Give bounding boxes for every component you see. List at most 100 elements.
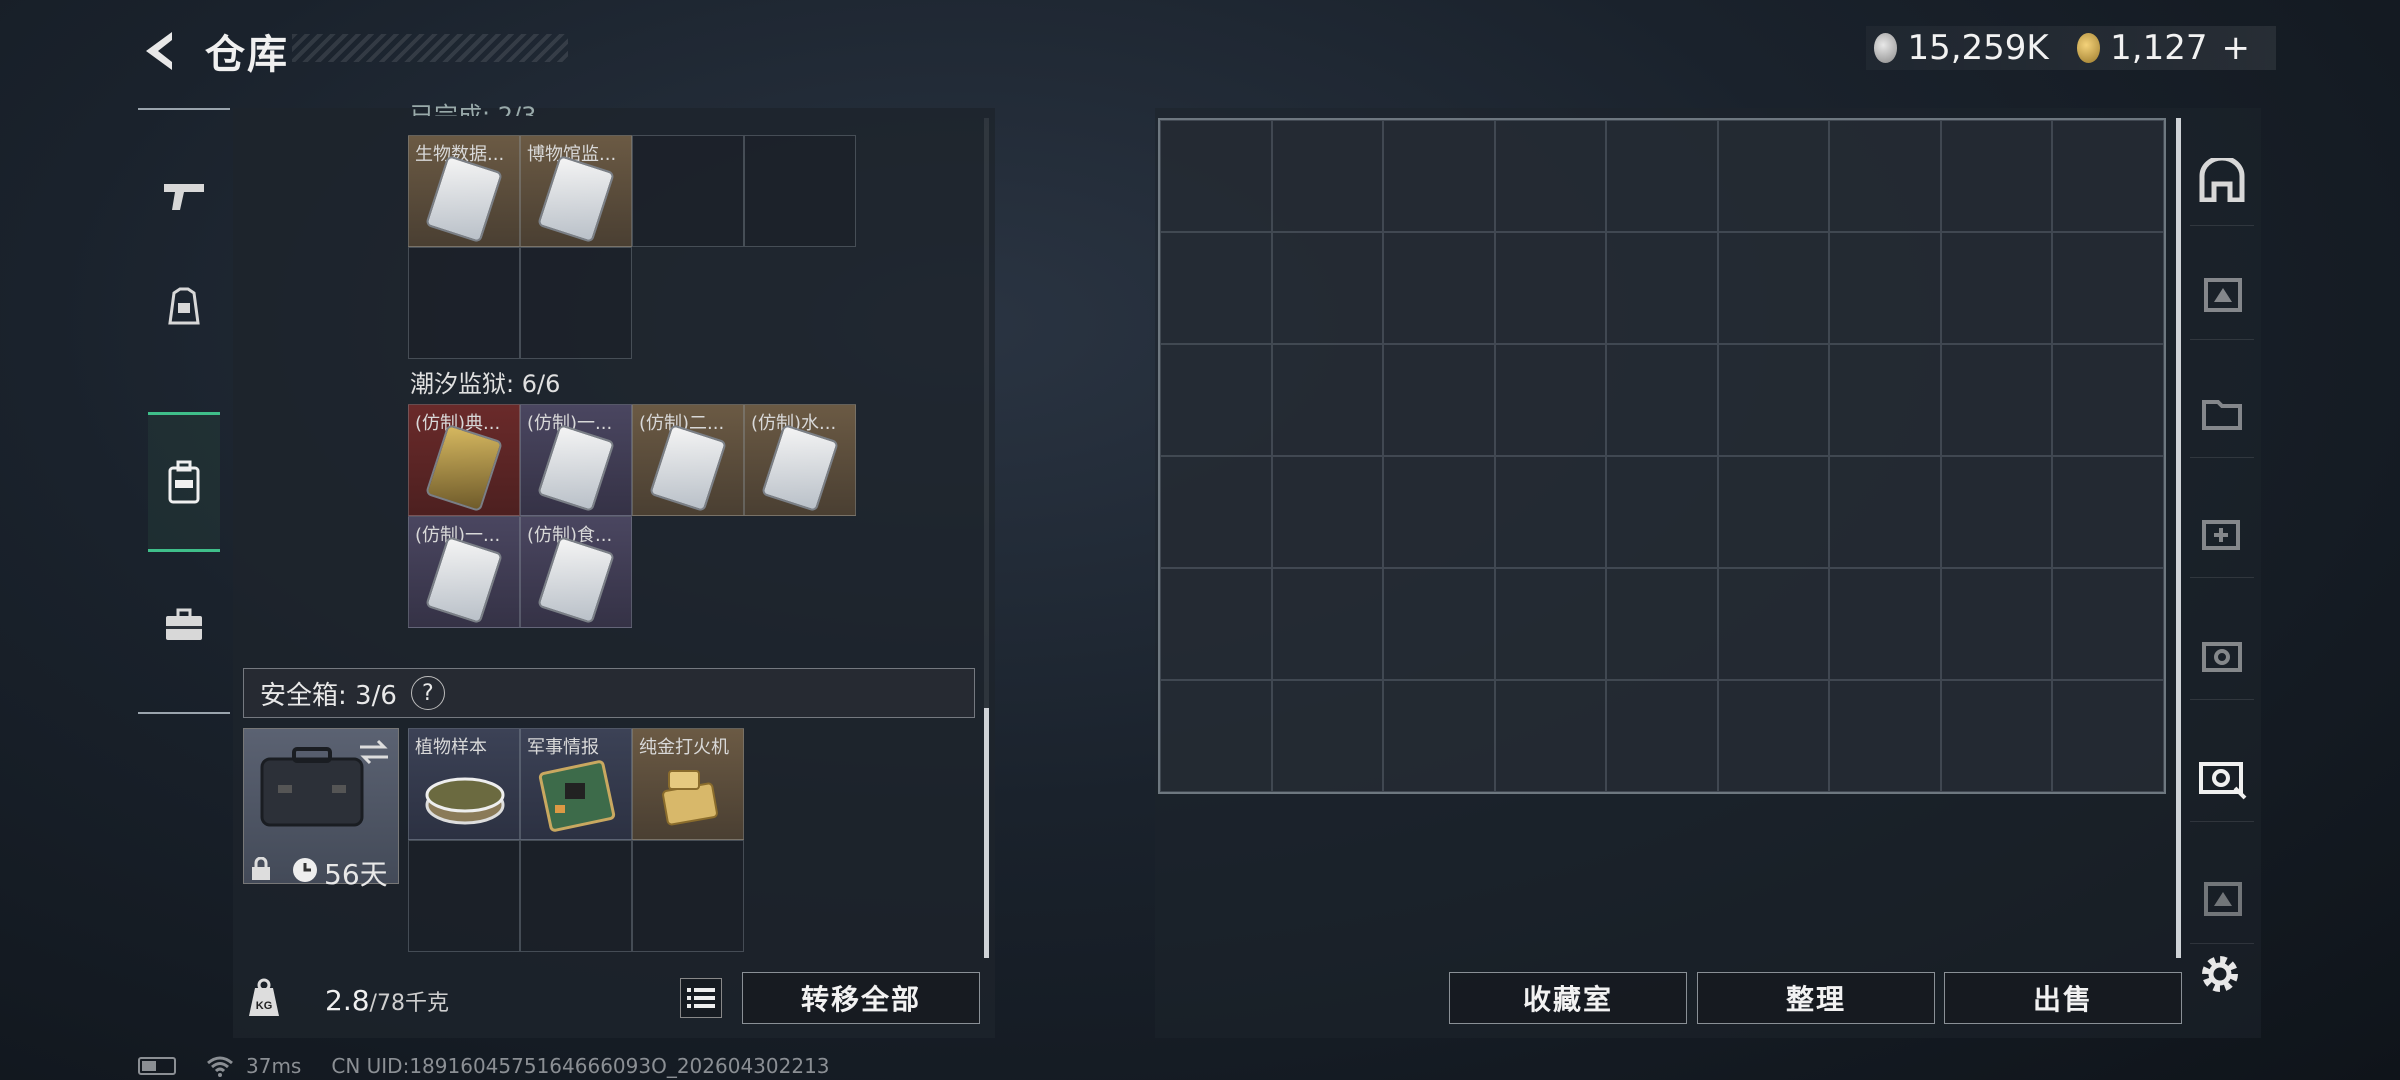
storage-slot[interactable] xyxy=(1606,680,1718,792)
safe-box-label: 安全箱: 3/6 xyxy=(260,680,397,711)
storage-slot[interactable] xyxy=(1829,232,1941,344)
storage-slot[interactable] xyxy=(1940,232,2053,344)
storage-slot[interactable] xyxy=(1829,568,1941,680)
inventory-scrollbar[interactable] xyxy=(984,118,989,958)
storage-slot[interactable] xyxy=(1383,680,1495,792)
storage-slot[interactable] xyxy=(1606,456,1718,568)
storage-slot[interactable] xyxy=(1717,344,1830,456)
storage-slot[interactable] xyxy=(2052,456,2164,568)
storage-slot[interactable] xyxy=(1717,568,1830,680)
storage-slot[interactable] xyxy=(2052,120,2164,232)
storage-slot[interactable] xyxy=(1160,120,1272,232)
storage-slot[interactable] xyxy=(1940,568,2053,680)
item-replica-5[interactable]: (仿制)一... xyxy=(408,516,520,628)
collection-room-button[interactable]: 收藏室 xyxy=(1449,972,1687,1024)
storage-slot[interactable] xyxy=(1160,680,1272,792)
storage-slot[interactable] xyxy=(1717,680,1830,792)
nav-tools[interactable] xyxy=(148,580,220,670)
tab-storage-main[interactable] xyxy=(2190,134,2254,226)
sell-button[interactable]: 出售 xyxy=(1944,972,2182,1024)
storage-slot[interactable] xyxy=(2052,232,2164,344)
nav-equipment[interactable] xyxy=(148,262,220,352)
item-replica-2[interactable]: (仿制)一... xyxy=(520,404,632,516)
storage-slot[interactable] xyxy=(1383,120,1495,232)
weight-icon: KG xyxy=(249,978,279,1016)
scrollbar-thumb[interactable] xyxy=(984,708,989,958)
storage-slot[interactable] xyxy=(1160,344,1272,456)
storage-slot[interactable] xyxy=(1606,120,1718,232)
gold-amount: 1,127 xyxy=(2110,28,2208,68)
item-replica-6[interactable]: (仿制)食... xyxy=(520,516,632,628)
storage-slot[interactable] xyxy=(1829,120,1941,232)
storage-slot[interactable] xyxy=(1494,232,1607,344)
storage-slot[interactable] xyxy=(2052,568,2164,680)
list-view-button[interactable] xyxy=(680,978,722,1018)
tab-storage-4[interactable] xyxy=(2190,486,2254,578)
data-card-icon xyxy=(424,535,504,625)
storage-slot[interactable] xyxy=(1829,456,1941,568)
storage-slot[interactable] xyxy=(1717,120,1830,232)
tab-storage-6-active[interactable] xyxy=(2190,730,2254,822)
storage-slot[interactable] xyxy=(1940,456,2053,568)
item-museum[interactable]: 博物馆监... xyxy=(520,135,632,247)
sort-button[interactable]: 整理 xyxy=(1697,972,1935,1024)
item-plant-sample[interactable]: 植物样本 xyxy=(408,728,520,840)
toolbox-icon xyxy=(166,608,202,640)
item-replica-1[interactable]: (仿制)典... xyxy=(408,404,520,516)
storage-slot[interactable] xyxy=(1383,344,1495,456)
nav-backpack[interactable] xyxy=(148,412,220,552)
storage-slot[interactable] xyxy=(1271,232,1384,344)
storage-slot[interactable] xyxy=(1271,120,1384,232)
storage-slot[interactable] xyxy=(1494,120,1607,232)
tab-storage-7[interactable] xyxy=(2190,852,2254,944)
swap-icon[interactable] xyxy=(358,739,390,765)
storage-slot[interactable] xyxy=(1717,456,1830,568)
storage-slot[interactable] xyxy=(1606,568,1718,680)
storage-slot[interactable] xyxy=(1383,456,1495,568)
storage-slot[interactable] xyxy=(1160,456,1272,568)
item-replica-3[interactable]: (仿制)二... xyxy=(632,404,744,516)
item-military-intel[interactable]: 军事情报 xyxy=(520,728,632,840)
settings-gear-icon[interactable] xyxy=(2198,952,2242,996)
storage-slot[interactable] xyxy=(1383,568,1495,680)
storage-slot[interactable] xyxy=(1717,232,1830,344)
tool-case-icon xyxy=(2202,641,2242,672)
storage-slot[interactable] xyxy=(1160,232,1272,344)
storage-slot[interactable] xyxy=(1494,456,1607,568)
storage-slot[interactable] xyxy=(1383,232,1495,344)
storage-slot[interactable] xyxy=(1271,568,1384,680)
item-replica-4[interactable]: (仿制)水... xyxy=(744,404,856,516)
storage-scrollbar[interactable] xyxy=(2176,118,2181,958)
storage-slot[interactable] xyxy=(1494,344,1607,456)
tab-storage-3[interactable] xyxy=(2190,366,2254,458)
data-card-icon xyxy=(536,535,616,625)
storage-slot[interactable] xyxy=(1160,568,1272,680)
storage-slot[interactable] xyxy=(1940,120,2053,232)
transfer-all-button[interactable]: 转移全部 xyxy=(742,972,980,1024)
help-button[interactable]: ? xyxy=(410,676,445,710)
tab-storage-5[interactable] xyxy=(2190,608,2254,700)
wifi-icon xyxy=(207,1056,233,1077)
storage-slot[interactable] xyxy=(1940,680,2053,792)
storage-grid[interactable] xyxy=(1158,118,2166,794)
gold-topup-button[interactable]: + xyxy=(2221,28,2250,68)
item-bio-data[interactable]: 生物数据... xyxy=(408,135,520,247)
storage-slot[interactable] xyxy=(1940,344,2053,456)
storage-slot[interactable] xyxy=(1606,344,1718,456)
storage-slot[interactable] xyxy=(1271,344,1384,456)
storage-slot[interactable] xyxy=(2052,680,2164,792)
weight-display: 2.8/78千克 xyxy=(325,984,449,1017)
storage-slot[interactable] xyxy=(1494,568,1607,680)
storage-slot[interactable] xyxy=(1829,680,1941,792)
storage-slot[interactable] xyxy=(1271,680,1384,792)
back-arrow-icon[interactable] xyxy=(138,28,184,74)
tab-storage-2[interactable] xyxy=(2190,248,2254,340)
nav-weapons[interactable] xyxy=(148,150,220,240)
storage-slot[interactable] xyxy=(1494,680,1607,792)
item-gold-lighter[interactable]: 纯金打火机 xyxy=(632,728,744,840)
safe-case-slot[interactable]: 56天 xyxy=(243,728,399,891)
storage-slot[interactable] xyxy=(1829,344,1941,456)
storage-slot[interactable] xyxy=(2052,344,2164,456)
storage-slot[interactable] xyxy=(1606,232,1718,344)
storage-slot[interactable] xyxy=(1271,456,1384,568)
